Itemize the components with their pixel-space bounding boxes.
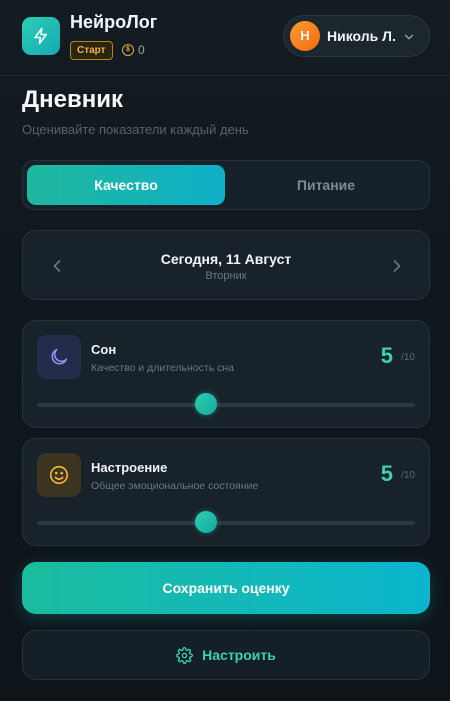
page-title: Дневник xyxy=(22,86,123,113)
app-title: НейроЛог xyxy=(70,12,158,32)
slider-thumb[interactable] xyxy=(195,393,217,415)
gear-icon xyxy=(176,646,194,664)
coin-count: 0 xyxy=(138,43,145,57)
slider-thumb[interactable] xyxy=(195,511,217,533)
sleep-icon-box xyxy=(37,335,81,379)
coin-balance: $ 0 xyxy=(122,43,145,57)
metric-value: 5 xyxy=(380,343,393,368)
save-rating-button[interactable]: Сохранить оценку xyxy=(22,562,430,614)
chevron-right-icon[interactable] xyxy=(387,256,407,276)
metric-title: Настроение xyxy=(91,460,168,475)
page-subtitle: Оценивайте показатели каждый день xyxy=(22,122,249,137)
plan-badge: Старт xyxy=(70,41,113,60)
tab-bar: Качество Питание xyxy=(22,160,430,210)
metric-description: Общее эмоциональное состояние xyxy=(91,480,259,492)
date-selector: Сегодня, 11 Август Вторник xyxy=(22,230,430,300)
app-header: НейроЛог Старт $ 0 Н Николь Л. xyxy=(0,0,450,76)
lightning-icon xyxy=(34,27,47,45)
app-logo xyxy=(22,17,60,55)
settings-button[interactable]: Настроить xyxy=(22,630,430,680)
slider-track[interactable] xyxy=(37,521,415,525)
metric-max: /10 xyxy=(401,352,415,363)
current-weekday: Вторник xyxy=(205,270,247,282)
smile-icon xyxy=(49,465,69,485)
metric-value: 5 xyxy=(380,461,393,486)
tab-quality[interactable]: Качество xyxy=(27,165,225,205)
coin-icon: $ xyxy=(122,44,134,56)
current-date: Сегодня, 11 Август xyxy=(160,251,292,267)
metric-description: Качество и длительность сна xyxy=(91,362,234,374)
user-menu-button[interactable]: Н Николь Л. xyxy=(283,15,430,57)
metric-title: Сон xyxy=(91,342,117,357)
user-name: Николь Л. xyxy=(327,28,396,44)
tab-nutrition[interactable]: Питание xyxy=(227,165,425,205)
metric-card-mood: Настроение Общее эмоциональное состояние… xyxy=(22,438,430,546)
slider-track[interactable] xyxy=(37,403,415,407)
mood-icon-box xyxy=(37,453,81,497)
settings-label: Настроить xyxy=(202,647,276,663)
metric-card-sleep: Сон Качество и длительность сна 5 /10 xyxy=(22,320,430,428)
avatar: Н xyxy=(290,21,320,51)
chevron-down-icon xyxy=(404,34,414,40)
metric-max: /10 xyxy=(401,470,415,481)
moon-icon xyxy=(51,348,68,365)
